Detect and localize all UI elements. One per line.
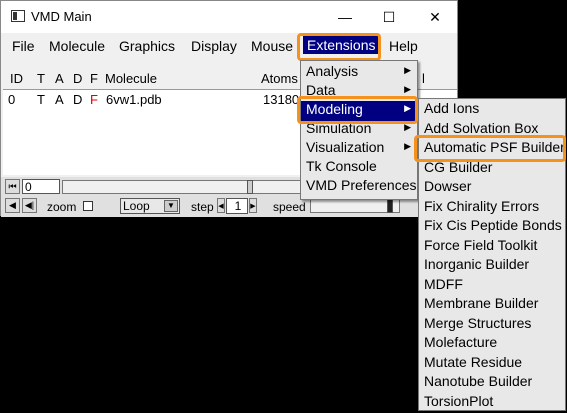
- menu-item-fix-chirality-errors[interactable]: Fix Chirality Errors: [419, 198, 539, 218]
- menu-display[interactable]: Display: [191, 38, 237, 54]
- menu-item-visualization[interactable]: Visualization ▶: [301, 139, 417, 159]
- mol-top-flag[interactable]: T: [37, 92, 45, 107]
- minimize-button[interactable]: —: [323, 3, 367, 31]
- menu-item-merge-structures[interactable]: Merge Structures: [419, 315, 531, 335]
- zoom-checkbox[interactable]: [83, 201, 93, 211]
- mol-fixed-flag[interactable]: F: [90, 92, 98, 107]
- col-molecule: Molecule: [105, 71, 158, 86]
- menu-item-force-field-toolkit[interactable]: Force Field Toolkit: [419, 237, 537, 257]
- menu-bar: File Molecule Graphics Display Mouse Ext…: [1, 34, 457, 58]
- loop-select[interactable]: Loop ▼: [120, 198, 180, 214]
- mol-name: 6vw1.pdb: [106, 92, 162, 107]
- step-field[interactable]: 1: [226, 198, 248, 214]
- mol-active-flag[interactable]: A: [55, 92, 64, 107]
- col-drawn: D: [73, 71, 83, 86]
- play-reverse-icon[interactable]: ◀: [5, 198, 20, 213]
- menu-item-dowser[interactable]: Dowser: [419, 178, 471, 198]
- speed-label: speed: [273, 200, 306, 214]
- chevron-down-icon[interactable]: ▼: [164, 200, 178, 212]
- extensions-dropdown: Analysis ▶ Data ▶ Modeling ▶ Simulation ▶ Vi…: [300, 60, 418, 200]
- loop-select-value: Loop: [123, 199, 150, 213]
- goto-start-icon[interactable]: ⏮: [5, 179, 20, 194]
- frame-slider-knob[interactable]: [247, 180, 253, 194]
- menu-item-fix-cis-peptide-bonds[interactable]: Fix Cis Peptide Bonds: [419, 217, 562, 237]
- step-label: step: [191, 200, 214, 214]
- title-bar: VMD Main — ☐ ✕: [1, 1, 457, 33]
- mol-id: 0: [8, 92, 16, 107]
- mol-atoms: 13180: [263, 92, 300, 107]
- extensions-highlight: [297, 33, 381, 61]
- speed-slider[interactable]: [310, 199, 400, 213]
- submenu-arrow-icon: ▶: [404, 65, 411, 75]
- menu-item-tk-console[interactable]: Tk Console: [301, 158, 417, 178]
- col-frames: l: [422, 71, 425, 86]
- col-id: ID: [10, 71, 23, 86]
- vmd-app-icon: [11, 10, 25, 22]
- menu-item-mdff[interactable]: MDFF: [419, 276, 463, 296]
- automatic-psf-builder-highlight: [414, 135, 566, 162]
- submenu-arrow-icon: ▶: [404, 141, 411, 151]
- zoom-label: zoom: [47, 200, 77, 214]
- col-active: A: [55, 71, 64, 86]
- menu-item-torsionplot[interactable]: TorsionPlot: [419, 393, 493, 413]
- menu-help[interactable]: Help: [389, 38, 418, 54]
- col-top: T: [37, 71, 45, 86]
- close-button[interactable]: ✕: [413, 3, 457, 31]
- menu-item-mutate-residue[interactable]: Mutate Residue: [419, 354, 522, 374]
- menu-item-nanotube-builder[interactable]: Nanotube Builder: [419, 373, 532, 393]
- menu-item-add-ions[interactable]: Add Ions: [419, 100, 479, 120]
- menu-item-membrane-builder[interactable]: Membrane Builder: [419, 295, 538, 315]
- maximize-button[interactable]: ☐: [367, 3, 411, 31]
- frame-field[interactable]: 0: [22, 179, 60, 194]
- menu-graphics[interactable]: Graphics: [119, 38, 175, 54]
- menu-item-vmd-preferences[interactable]: VMD Preferences: [301, 177, 417, 197]
- menu-mouse[interactable]: Mouse: [251, 38, 293, 54]
- col-atoms: Atoms: [261, 71, 298, 86]
- menu-file[interactable]: File: [12, 38, 35, 54]
- step-increment-icon[interactable]: ▶: [249, 198, 257, 213]
- col-fixed: F: [90, 71, 98, 86]
- menu-item-molefacture[interactable]: Molefacture: [419, 334, 497, 354]
- menu-item-inorganic-builder[interactable]: Inorganic Builder: [419, 256, 529, 276]
- menu-molecule[interactable]: Molecule: [49, 38, 105, 54]
- submenu-arrow-icon: ▶: [404, 84, 411, 94]
- menu-item-analysis[interactable]: Analysis ▶: [301, 63, 417, 83]
- modeling-highlight: [297, 96, 418, 124]
- step-decrement-icon[interactable]: ◀: [217, 198, 225, 213]
- speed-slider-knob[interactable]: [387, 199, 393, 213]
- window-title: VMD Main: [31, 9, 92, 24]
- mol-drawn-flag[interactable]: D: [73, 92, 82, 107]
- step-back-icon[interactable]: ◀|: [22, 198, 37, 213]
